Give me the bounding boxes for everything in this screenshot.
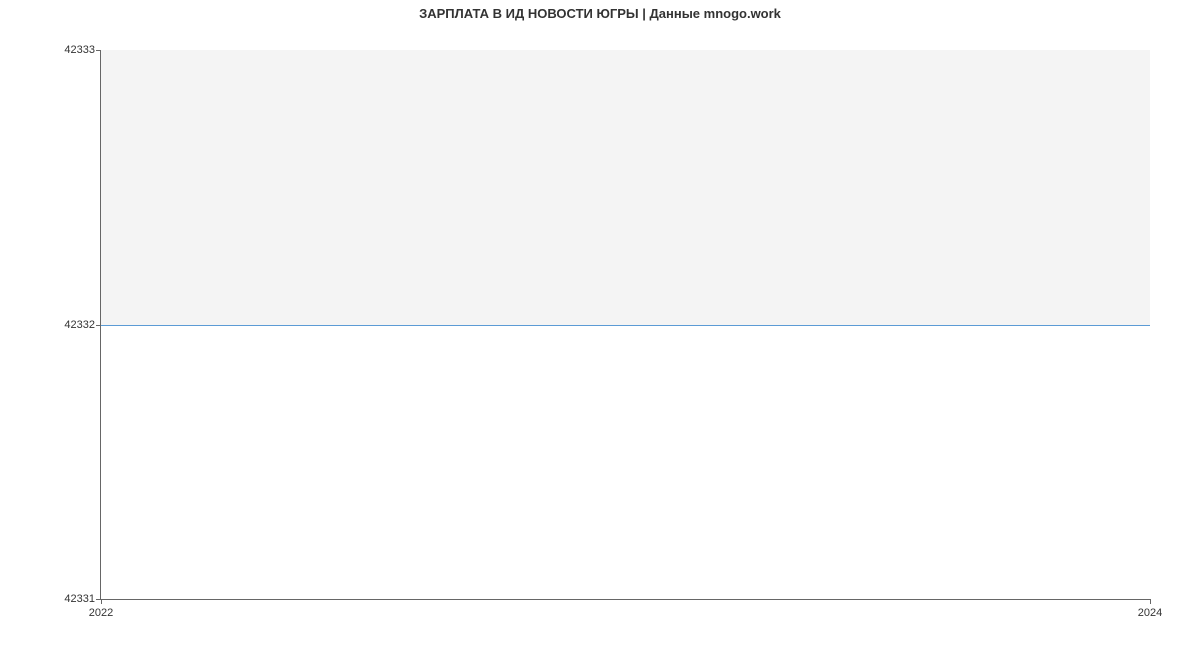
plot-background [101,50,1150,325]
chart-plot: 42333 42332 42331 2022 2024 [100,50,1150,600]
data-line [101,325,1150,326]
x-tick-label: 2024 [1138,599,1162,619]
plot-area: 42333 42332 42331 2022 2024 [100,50,1150,600]
x-tick-label: 2022 [89,599,113,619]
y-tick-label: 42332 [64,319,101,331]
y-tick-label: 42333 [64,44,101,56]
chart-title: ЗАРПЛАТА В ИД НОВОСТИ ЮГРЫ | Данные mnog… [0,0,1200,21]
